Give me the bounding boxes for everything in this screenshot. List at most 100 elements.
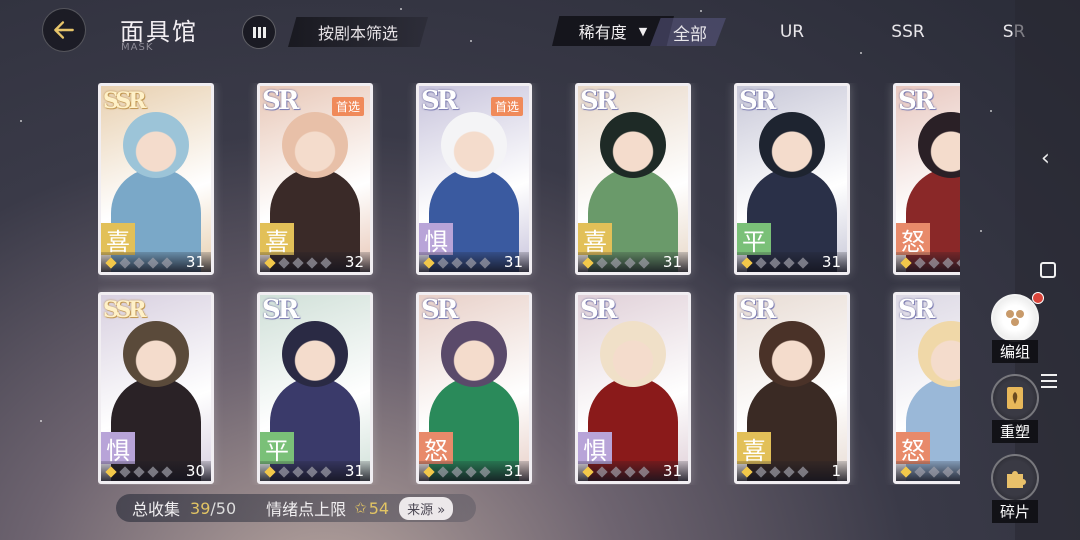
emotion-badge: 惧 [578, 432, 612, 465]
rarity-badge: SR [739, 86, 776, 116]
reshape-label: 重塑 [991, 420, 1038, 443]
tab-all[interactable]: 全部 [650, 18, 726, 46]
emotion-badge: 惧 [419, 223, 453, 256]
rarity-badge: SR [580, 295, 617, 325]
mask-card[interactable]: SR 惧 31 [575, 292, 691, 484]
back-button[interactable] [42, 8, 86, 52]
rarity-badge: SSR [103, 88, 147, 114]
collect-current: 39 [190, 498, 211, 518]
rank-diamond-icon [582, 466, 594, 478]
rank-diamond-icon [624, 257, 636, 269]
rarity-badge: SR [580, 86, 617, 116]
arrow-left-icon [54, 21, 74, 39]
rank-diamond-icon [956, 257, 960, 269]
rank-diamond-icon [596, 257, 608, 269]
emotion-badge: 平 [737, 223, 771, 256]
mask-card[interactable]: SSR 惧 30 [98, 292, 214, 484]
reshape-action[interactable]: 重塑 [980, 374, 1050, 443]
star-rank-icons [264, 257, 332, 269]
rank-diamond-icon [423, 257, 435, 269]
rarity-sort-label: 稀有度 [578, 23, 627, 42]
mask-card[interactable]: SSR 喜 31 [98, 83, 214, 275]
emotion-badge: 平 [260, 432, 294, 465]
rank-diamond-icon [278, 466, 290, 478]
rarity-badge: SR [739, 295, 776, 325]
rank-diamond-icon [638, 466, 650, 478]
rank-diamond-icon [451, 257, 463, 269]
card-level: 1 [831, 462, 841, 480]
mask-card[interactable]: SR 喜 1 [734, 292, 850, 484]
rank-diamond-icon [451, 466, 463, 478]
rank-diamond-icon [264, 466, 276, 478]
emotion-badge: 喜 [260, 223, 294, 256]
rarity-badge: SR [898, 86, 935, 116]
mask-card[interactable]: SR怒31 [893, 83, 960, 275]
card-footer: 31 [578, 461, 688, 481]
caret-down-icon: ▼ [638, 24, 648, 38]
rank-diamond-icon [161, 466, 173, 478]
top-bar: 面具馆 MASK 按剧本筛选 稀有度 ▼ 全部 UR SSR SR [0, 0, 1025, 62]
mask-card[interactable]: SR 喜 31 [575, 83, 691, 275]
rank-diamond-icon [479, 257, 491, 269]
page-subtitle: MASK [121, 42, 154, 53]
card-footer: 31 [419, 252, 529, 272]
rarity-badge: SR [262, 86, 299, 116]
card-level: 31 [821, 253, 841, 271]
pause-icon [252, 26, 266, 38]
emotion-badge: 怒 [896, 432, 930, 465]
rank-diamond-icon [423, 466, 435, 478]
notification-dot [1032, 292, 1044, 304]
script-filter-button[interactable]: 按剧本筛选 [288, 17, 428, 47]
mask-card[interactable]: SR 平 31 [734, 83, 850, 275]
card-footer: 1 [737, 461, 847, 481]
rank-diamond-icon [320, 257, 332, 269]
rarity-badge: SR [421, 295, 458, 325]
tab-ssr[interactable]: SSR [868, 18, 948, 46]
preferred-tag: 首选 [331, 97, 364, 116]
card-footer: 31 [896, 252, 960, 272]
mask-card[interactable]: SR怒31 [416, 292, 532, 484]
chevron-left-icon[interactable]: ‹ [1041, 146, 1050, 171]
mask-card[interactable]: SR 平 31 [257, 292, 373, 484]
rank-diamond-icon [479, 466, 491, 478]
rank-diamond-icon [942, 466, 954, 478]
rank-diamond-icon [783, 466, 795, 478]
square-icon[interactable] [1040, 262, 1056, 278]
character-head [441, 112, 507, 178]
character-head [123, 321, 189, 387]
mask-card[interactable]: SR 首选喜 32 [257, 83, 373, 275]
rank-diamond-icon [769, 466, 781, 478]
card-level: 31 [344, 462, 364, 480]
rank-diamond-icon [900, 257, 912, 269]
rank-diamond-icon [755, 466, 767, 478]
star-rank-icons [741, 257, 809, 269]
rank-diamond-icon [437, 257, 449, 269]
mask-card[interactable]: SR怒31 [893, 292, 960, 484]
star-icon: ✩ [354, 499, 367, 517]
collect-label: 总收集 [132, 500, 181, 519]
mask-card[interactable]: SR 首选惧 31 [416, 83, 532, 275]
emotion-badge: 惧 [101, 432, 135, 465]
star-rank-icons [900, 257, 960, 269]
group-action[interactable]: 编组 [980, 292, 1050, 363]
group-label: 编组 [991, 340, 1038, 363]
star-rank-icons [900, 466, 960, 478]
tab-ur[interactable]: UR [752, 18, 832, 46]
source-button[interactable]: 来源 » [399, 496, 454, 520]
rank-diamond-icon [278, 257, 290, 269]
fragments-action[interactable]: 碎片 [980, 454, 1050, 523]
star-rank-icons [105, 257, 173, 269]
character-head [123, 112, 189, 178]
rank-diamond-icon [928, 257, 940, 269]
rank-diamond-icon [610, 466, 622, 478]
rank-diamond-icon [783, 257, 795, 269]
emotion-badge: 喜 [737, 432, 771, 465]
rank-diamond-icon [105, 257, 117, 269]
character-head [759, 112, 825, 178]
rank-diamond-icon [928, 466, 940, 478]
star-rank-icons [423, 257, 491, 269]
reshape-icon [991, 374, 1039, 422]
rank-diamond-icon [105, 466, 117, 478]
view-toggle-button[interactable] [242, 15, 276, 49]
card-footer: 31 [260, 461, 370, 481]
